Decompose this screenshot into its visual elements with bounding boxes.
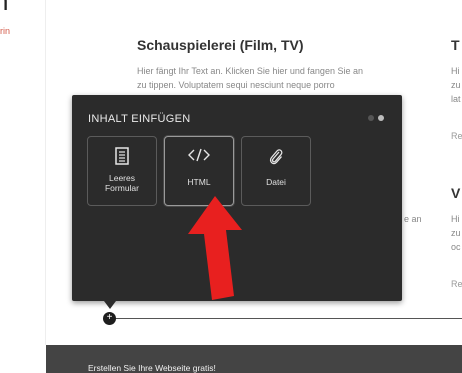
footer-cta-text[interactable]: Erstellen Sie Ihre Webseite gratis!: [88, 363, 216, 373]
page-dot[interactable]: [368, 115, 374, 121]
red-pointer-arrow-icon: [188, 196, 242, 300]
tile-file[interactable]: Datei: [241, 136, 311, 206]
text-fragment-1a: Hi: [451, 66, 460, 76]
section-text-line-1: Hier fängt Ihr Text an. Klicken Sie hier…: [137, 66, 363, 76]
section-heading-schauspielerei: Schauspielerei (Film, TV): [137, 37, 304, 53]
text-fragment-1b: zu: [451, 80, 461, 90]
form-icon: [88, 147, 156, 169]
paperclip-icon: [242, 147, 310, 169]
code-icon: [165, 147, 233, 169]
read-more-link-2[interactable]: Re: [451, 279, 462, 289]
text-fragment-2a: Hi: [451, 214, 460, 224]
tile-label-html: HTML: [187, 177, 211, 187]
footer-bar: Erstellen Sie Ihre Webseite gratis!: [46, 345, 462, 373]
left-heading-fragment: n: [0, 0, 9, 16]
text-fragment-1c: lat: [451, 94, 461, 104]
popover-title: INHALT EINFÜGEN: [88, 113, 191, 125]
page-dot-active[interactable]: [378, 115, 384, 121]
text-fragment-2b: zu: [451, 228, 461, 238]
section-text-line-2: zu tippen. Voluptatem sequi nesciunt neq…: [137, 80, 335, 90]
tile-label-empty-form: Leeres Formular: [104, 173, 139, 193]
text-fragment-2c: oc: [451, 242, 461, 252]
left-column-fragment: n rin: [0, 0, 45, 345]
read-more-link-1[interactable]: Re: [451, 131, 462, 141]
add-content-button[interactable]: +: [103, 312, 116, 325]
timeline-line: [112, 318, 462, 319]
popover-pointer: [104, 301, 116, 309]
popover-page-dots: [368, 115, 384, 121]
section-heading-fragment-1: T: [451, 37, 460, 53]
left-link-fragment: rin: [0, 26, 11, 36]
column-divider: [45, 0, 46, 345]
section-heading-fragment-2: V: [451, 185, 461, 201]
tile-empty-form[interactable]: Leeres Formular: [87, 136, 157, 206]
section-text-fragment: e an: [404, 214, 422, 224]
tile-label-file: Datei: [266, 177, 286, 187]
